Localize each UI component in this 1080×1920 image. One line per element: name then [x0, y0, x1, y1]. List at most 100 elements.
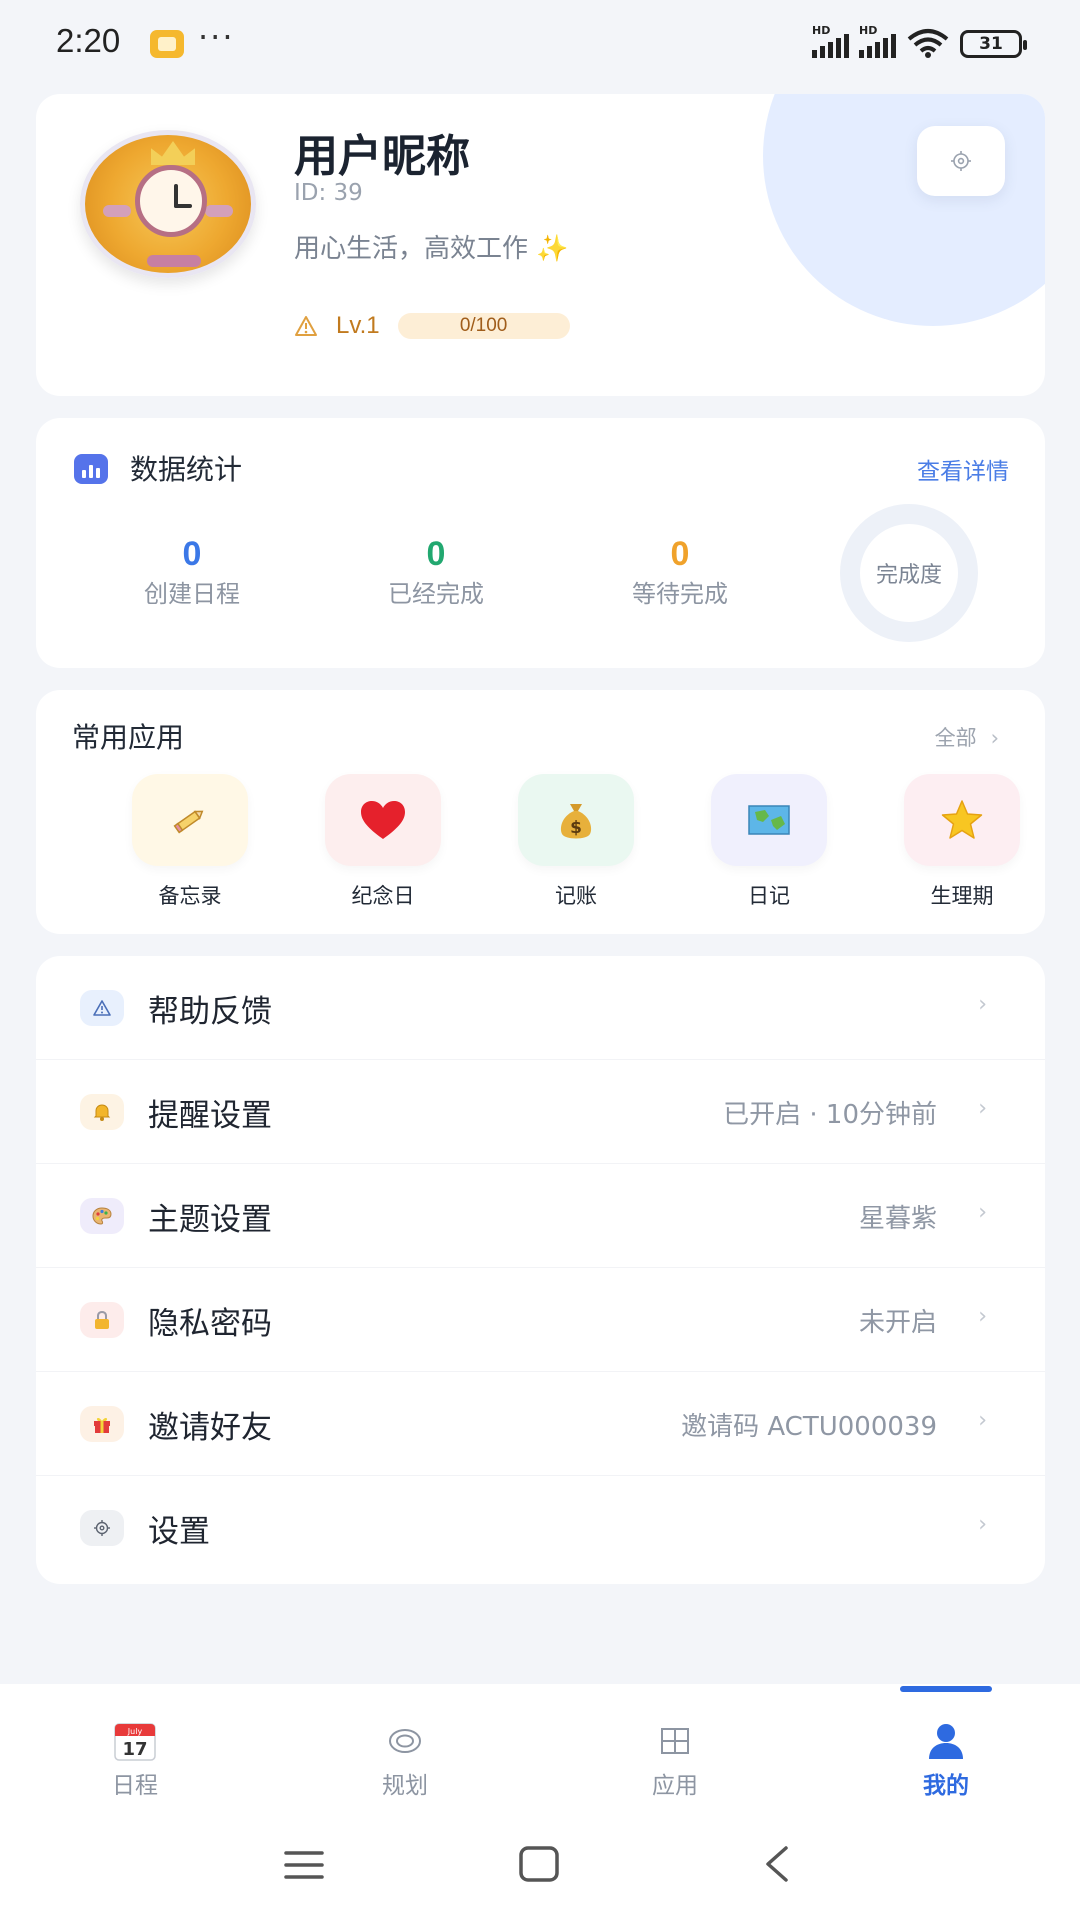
view-all-apps-link[interactable]: 全部 › [935, 722, 999, 752]
menu-item-settings[interactable]: 设置 › [36, 1476, 1045, 1580]
apps-title: 常用应用 [72, 721, 185, 754]
star-icon [941, 800, 983, 839]
stat-label: 创建日程 [144, 580, 240, 608]
heart-icon [361, 801, 405, 839]
tab-schedule[interactable]: July 17 日程 [75, 1720, 195, 1800]
menu-label: 邀请好友 [148, 1410, 272, 1446]
menu-item-invite-friends[interactable]: 邀请好友 邀请码 ACTU000039 › [36, 1372, 1045, 1476]
tab-label: 应用 [652, 1773, 698, 1799]
app-anniversary[interactable]: 纪念日 [318, 774, 448, 910]
tab-label: 我的 [923, 1773, 969, 1799]
app-diary[interactable]: 日记 [704, 774, 834, 910]
level-label: Lv.1 [336, 312, 380, 339]
pencil-icon [173, 810, 204, 834]
grid-icon [615, 1720, 735, 1762]
stats-card: 数据统计 查看详情 0 创建日程 0 已经完成 0 等待完成 完成度 [36, 418, 1045, 668]
stat-created[interactable]: 0 创建日程 [102, 534, 282, 609]
app-tile [132, 774, 248, 866]
signal-icon-2: HD [859, 24, 896, 58]
tab-bar: July 17 日程 规划 应用 我的 [0, 1684, 1080, 1816]
map-icon [748, 805, 790, 835]
gallery-notification-icon [150, 30, 184, 58]
apps-card: 常用应用 全部 › 备忘录 纪念日 $ 记账 日记 生理期 [36, 690, 1045, 934]
stat-label: 等待完成 [632, 580, 728, 608]
menu-item-theme-settings[interactable]: 主题设置 星暮紫 › [36, 1164, 1045, 1268]
chevron-right-icon: › [978, 1200, 987, 1225]
profile-settings-button[interactable] [917, 126, 1005, 196]
completion-ring: 完成度 [840, 504, 978, 642]
experience-bar: 0/100 [397, 313, 570, 339]
chevron-right-icon: › [978, 1096, 987, 1121]
completion-label: 完成度 [875, 563, 942, 588]
stats-title: 数据统计 [130, 453, 243, 486]
menu-item-privacy-password[interactable]: 隐私密码 未开启 › [36, 1268, 1045, 1372]
menu-label: 隐私密码 [148, 1306, 272, 1342]
stat-value: 0 [670, 535, 690, 573]
gift-icon [80, 1406, 124, 1442]
app-tile [904, 774, 1020, 866]
avatar[interactable] [80, 130, 256, 278]
warning-icon [294, 315, 318, 337]
menu-item-reminder-settings[interactable]: 提醒设置 已开启 · 10分钟前 › [36, 1060, 1045, 1164]
tab-label: 日程 [112, 1773, 158, 1799]
app-tile: $ [518, 774, 634, 866]
tab-apps[interactable]: 应用 [615, 1720, 735, 1800]
app-label: 记账 [555, 884, 597, 908]
tab-label: 规划 [382, 1773, 428, 1799]
view-detail-link[interactable]: 查看详情 [917, 452, 1009, 486]
gear-icon [80, 1510, 124, 1546]
app-label: 纪念日 [351, 884, 415, 908]
gear-icon [951, 151, 971, 171]
more-notifications-icon: ··· [198, 18, 235, 56]
target-icon [345, 1720, 465, 1762]
bell-icon [80, 1094, 124, 1130]
stat-value: 0 [426, 535, 446, 573]
menu-label: 提醒设置 [148, 1098, 272, 1134]
motto-text: 用心生活，高效工作 [294, 234, 529, 264]
chevron-right-icon: › [978, 1304, 987, 1329]
status-time: 2:20 [56, 22, 121, 59]
stat-completed[interactable]: 0 已经完成 [346, 534, 526, 609]
warning-icon [80, 990, 124, 1026]
menu-icon[interactable] [284, 1848, 324, 1882]
level-row: Lv.1 0/100 [294, 312, 570, 340]
menu-label: 设置 [148, 1514, 210, 1550]
tab-mine[interactable]: 我的 [886, 1720, 1006, 1800]
chevron-right-icon: › [978, 992, 987, 1017]
menu-value: 星暮紫 [858, 1204, 937, 1234]
nickname[interactable]: 用户昵称 [294, 120, 470, 184]
wifi-icon [906, 28, 950, 58]
system-navigation-bar [0, 1816, 1080, 1920]
svg-text:17: 17 [122, 1739, 147, 1760]
menu-value: 未开启 [858, 1308, 937, 1338]
app-period[interactable]: 生理期 [897, 774, 1027, 910]
chevron-right-icon: › [990, 726, 999, 750]
chart-icon [74, 454, 108, 484]
sparkles-icon: ✨ [536, 234, 569, 264]
chevron-right-icon: › [978, 1512, 987, 1537]
app-label: 备忘录 [158, 884, 222, 908]
svg-text:$: $ [570, 818, 582, 838]
lock-icon [80, 1302, 124, 1338]
motto: 用心生活，高效工作 ✨ [294, 228, 569, 265]
status-bar: 2:20 ··· HD HD 31 [0, 0, 1080, 86]
app-memo[interactable]: 备忘录 [125, 774, 255, 910]
profile-card: 用户昵称 ID: 39 用心生活，高效工作 ✨ Lv.1 0/100 [36, 94, 1045, 396]
app-accounting[interactable]: $ 记账 [511, 774, 641, 910]
stat-pending[interactable]: 0 等待完成 [590, 534, 770, 609]
home-icon[interactable] [519, 1846, 559, 1882]
app-label: 生理期 [930, 884, 994, 908]
menu-label: 帮助反馈 [148, 994, 272, 1030]
menu-card: 帮助反馈 › 提醒设置 已开启 · 10分钟前 › 主题设置 星暮紫 › 隐私密… [36, 956, 1045, 1584]
app-label: 日记 [748, 884, 790, 908]
tab-plan[interactable]: 规划 [345, 1720, 465, 1800]
calendar-icon: July 17 [75, 1720, 195, 1762]
stat-label: 已经完成 [388, 580, 484, 608]
menu-value: 已开启 · 10分钟前 [723, 1100, 937, 1130]
app-tile [711, 774, 827, 866]
menu-value: 邀请码 ACTU000039 [681, 1412, 937, 1442]
back-icon[interactable] [762, 1844, 792, 1884]
menu-item-help-feedback[interactable]: 帮助反馈 › [36, 956, 1045, 1060]
menu-label: 主题设置 [148, 1202, 272, 1238]
user-icon [886, 1720, 1006, 1762]
